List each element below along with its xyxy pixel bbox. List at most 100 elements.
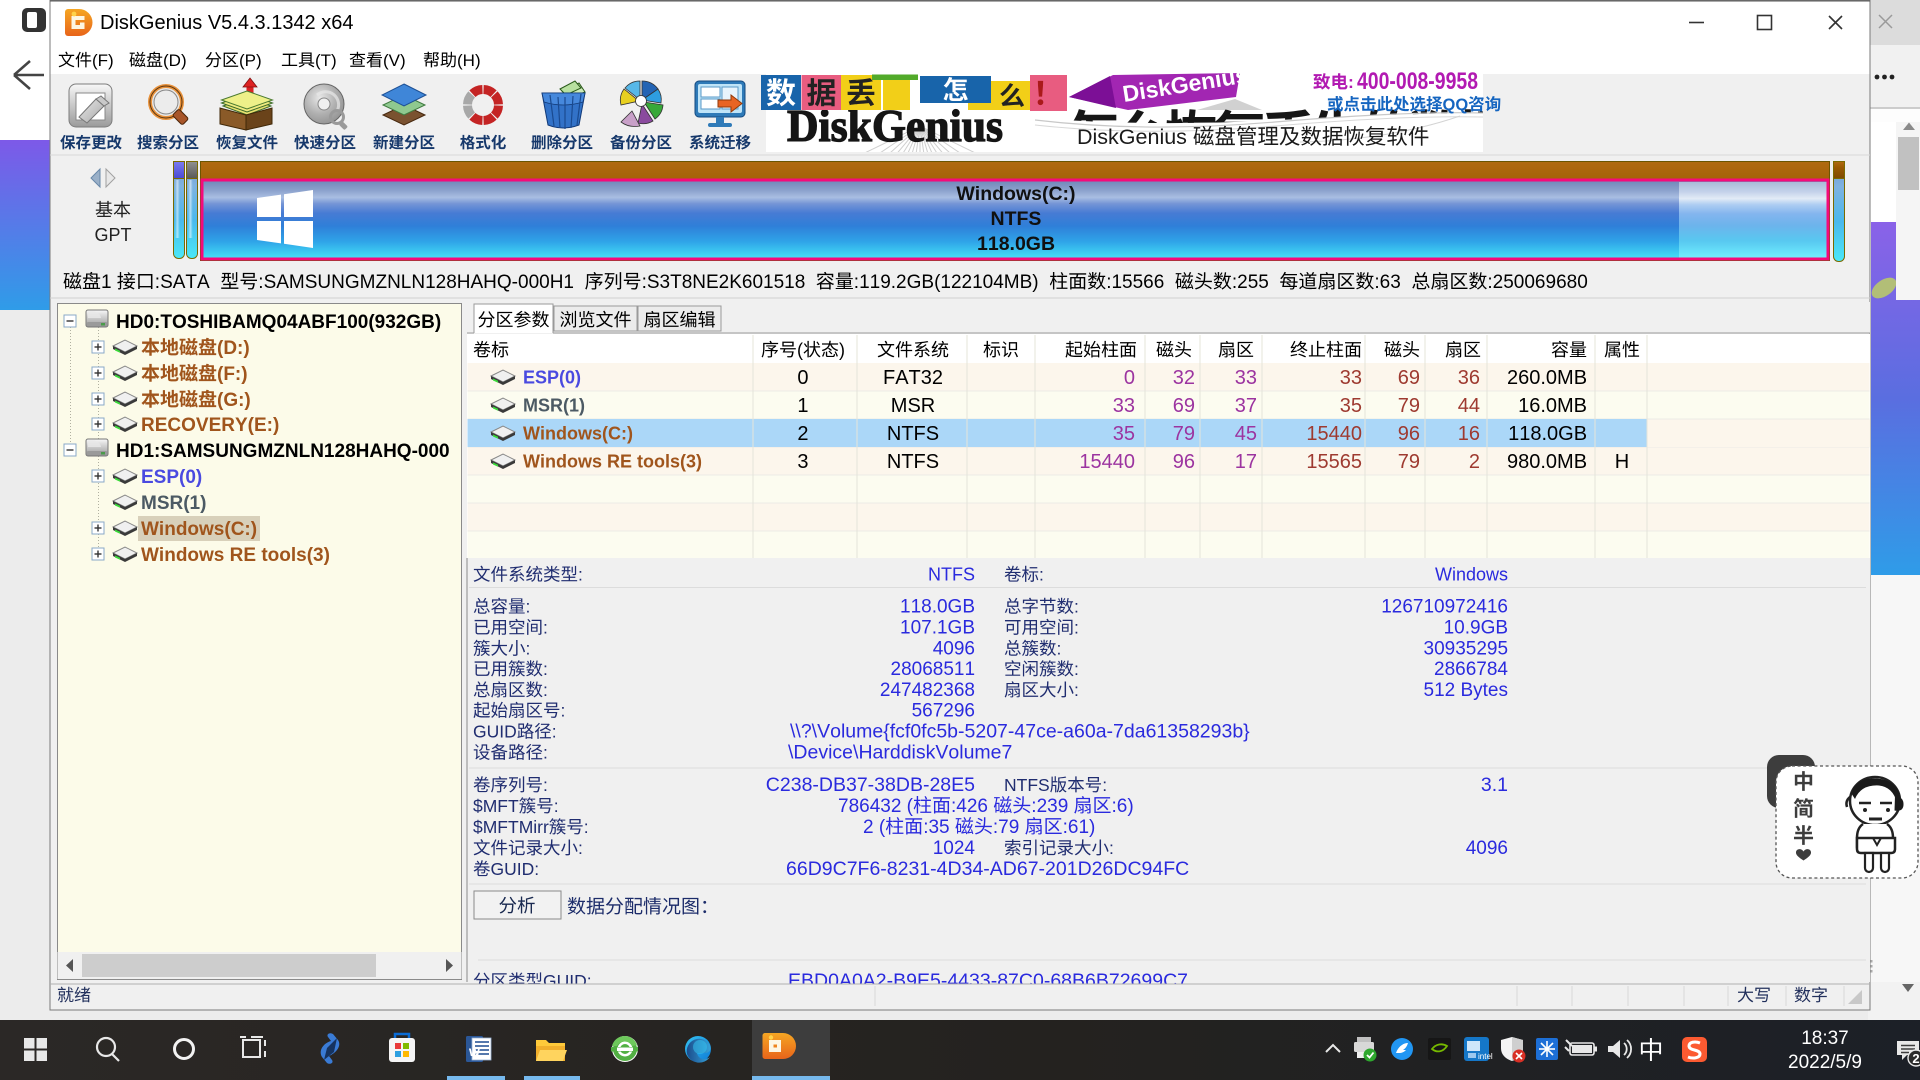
svg-text:(D:): (D:) <box>217 338 250 359</box>
svg-text:1024: 1024 <box>933 838 976 859</box>
svg-text:2022/5/9: 2022/5/9 <box>1788 1052 1862 1073</box>
svg-text:16: 16 <box>1458 423 1480 445</box>
svg-text::250069680: :250069680 <box>1487 272 1587 293</box>
svg-text::35: :35 <box>923 817 949 838</box>
svg-text:260.0MB: 260.0MB <box>1507 367 1587 389</box>
svg-text:DiskGenius V5.4.3.1342 x64: DiskGenius V5.4.3.1342 x64 <box>100 12 354 34</box>
svg-text:DiskGenius: DiskGenius <box>1077 125 1187 149</box>
svg-text:2 (: 2 ( <box>863 817 886 838</box>
svg-text:30935295: 30935295 <box>1424 639 1509 660</box>
svg-text:QQ: QQ <box>1443 96 1469 114</box>
svg-text:0: 0 <box>1124 367 1135 389</box>
svg-text:MSR: MSR <box>891 395 935 417</box>
svg-text:16.0MB: 16.0MB <box>1518 395 1587 417</box>
svg-text:NTFS: NTFS <box>1004 775 1050 795</box>
svg-text:33: 33 <box>1235 367 1257 389</box>
svg-text:2: 2 <box>1469 451 1480 473</box>
svg-text::: : <box>526 639 531 659</box>
svg-text:10.9GB: 10.9GB <box>1444 618 1508 639</box>
svg-text:GUID: GUID <box>473 722 517 742</box>
svg-text:18:37: 18:37 <box>1801 1028 1849 1049</box>
svg-text::: : <box>1348 72 1354 92</box>
svg-text::: : <box>1039 565 1044 585</box>
svg-text:1: 1 <box>797 395 808 417</box>
svg-text:567296: 567296 <box>912 701 975 722</box>
svg-text::: : <box>578 565 583 585</box>
svg-text:FAT32: FAT32 <box>883 367 943 389</box>
svg-text:Windows: Windows <box>1435 565 1508 585</box>
svg-text:15440: 15440 <box>1079 451 1135 473</box>
svg-text:HD1:SAMSUNGMZNLN128HAHQ-000: HD1:SAMSUNGMZNLN128HAHQ-000 <box>116 441 450 462</box>
svg-text:69: 69 <box>1173 395 1195 417</box>
svg-text::119.2GB(122104MB): :119.2GB(122104MB) <box>854 272 1039 293</box>
svg-text:247482368: 247482368 <box>880 680 975 701</box>
svg-text:96: 96 <box>1173 451 1195 473</box>
svg-text:(P): (P) <box>239 51 262 70</box>
svg-text:2: 2 <box>797 423 808 445</box>
svg-text:118.0GB: 118.0GB <box>900 597 975 618</box>
svg-text:15440: 15440 <box>1306 423 1362 445</box>
svg-text::: : <box>578 838 583 858</box>
svg-text:): ) <box>839 340 845 360</box>
svg-text:C238-DB37-38DB-28E5: C238-DB37-38DB-28E5 <box>766 774 975 796</box>
svg-text:NTFS: NTFS <box>928 565 975 585</box>
svg-text::61): :61) <box>1063 817 1096 838</box>
svg-text::: : <box>1109 838 1114 858</box>
svg-text:36: 36 <box>1458 367 1480 389</box>
svg-text:Windows RE tools(3): Windows RE tools(3) <box>141 545 330 566</box>
svg-text:$MFT: $MFT <box>473 796 519 816</box>
svg-text::: : <box>543 743 548 763</box>
svg-text:400-008-9958: 400-008-9958 <box>1357 68 1478 95</box>
svg-text:Windows(C:): Windows(C:) <box>141 519 257 540</box>
svg-text::S3T8NE2K601518: :S3T8NE2K601518 <box>642 272 806 293</box>
svg-text:(F): (F) <box>92 51 114 70</box>
svg-text:28068511: 28068511 <box>891 659 976 680</box>
svg-text:GUID:: GUID: <box>491 859 540 879</box>
svg-text:15565: 15565 <box>1306 451 1362 473</box>
svg-text:(: ( <box>797 340 803 360</box>
svg-text:118.0GB: 118.0GB <box>1508 423 1587 445</box>
svg-text::79: :79 <box>993 817 1019 838</box>
svg-text::239: :239 <box>1031 796 1068 817</box>
svg-text:980.0MB: 980.0MB <box>1507 451 1587 473</box>
svg-text::: : <box>554 796 559 816</box>
svg-text:79: 79 <box>1173 423 1195 445</box>
svg-text:3: 3 <box>797 451 808 473</box>
svg-text:ESP(0): ESP(0) <box>523 368 581 388</box>
svg-text:79: 79 <box>1398 451 1420 473</box>
svg-text:69: 69 <box>1398 367 1420 389</box>
svg-text:ESP(0): ESP(0) <box>141 467 202 488</box>
svg-text:17: 17 <box>1235 451 1257 473</box>
svg-text:0: 0 <box>797 367 808 389</box>
svg-text:32: 32 <box>1173 367 1195 389</box>
svg-text::: : <box>543 618 548 638</box>
svg-text:(D): (D) <box>163 51 187 70</box>
svg-text:33: 33 <box>1113 395 1135 417</box>
svg-text:2866784: 2866784 <box>1434 659 1508 680</box>
svg-text:45: 45 <box>1235 423 1257 445</box>
svg-text::6): :6) <box>1112 796 1134 817</box>
svg-text:HD0:TOSHIBAMQ04ABF100(932GB): HD0:TOSHIBAMQ04ABF100(932GB) <box>116 312 441 333</box>
svg-text::: : <box>1074 680 1079 700</box>
svg-text:$MFTMirr: $MFTMirr <box>473 817 549 837</box>
svg-text:37: 37 <box>1235 395 1257 417</box>
svg-text:3.1: 3.1 <box>1481 774 1508 796</box>
svg-text:33: 33 <box>1340 367 1362 389</box>
svg-text:107.1GB: 107.1GB <box>900 618 975 639</box>
svg-text:35: 35 <box>1113 423 1135 445</box>
svg-text:44: 44 <box>1458 395 1480 417</box>
svg-text:\Device\HarddiskVolume7: \Device\HarddiskVolume7 <box>788 742 1012 764</box>
svg-text:786432 (: 786432 ( <box>838 796 914 817</box>
svg-text::426: :426 <box>951 796 988 817</box>
svg-text::: : <box>1074 597 1079 617</box>
svg-text:MSR(1): MSR(1) <box>141 493 206 514</box>
svg-text:NTFS: NTFS <box>991 208 1042 230</box>
svg-text::: : <box>543 680 548 700</box>
svg-text::: : <box>561 701 566 721</box>
svg-text:\\?\Volume{fcf0fc5b-5207-47ce-: \\?\Volume{fcf0fc5b-5207-47ce-a60a-7da61… <box>790 721 1250 743</box>
svg-text:512 Bytes: 512 Bytes <box>1424 680 1509 701</box>
svg-text:126710972416: 126710972416 <box>1381 597 1508 618</box>
svg-text::15566: :15566 <box>1106 272 1164 293</box>
svg-text::: : <box>1074 659 1079 679</box>
svg-text::: : <box>1074 618 1079 638</box>
